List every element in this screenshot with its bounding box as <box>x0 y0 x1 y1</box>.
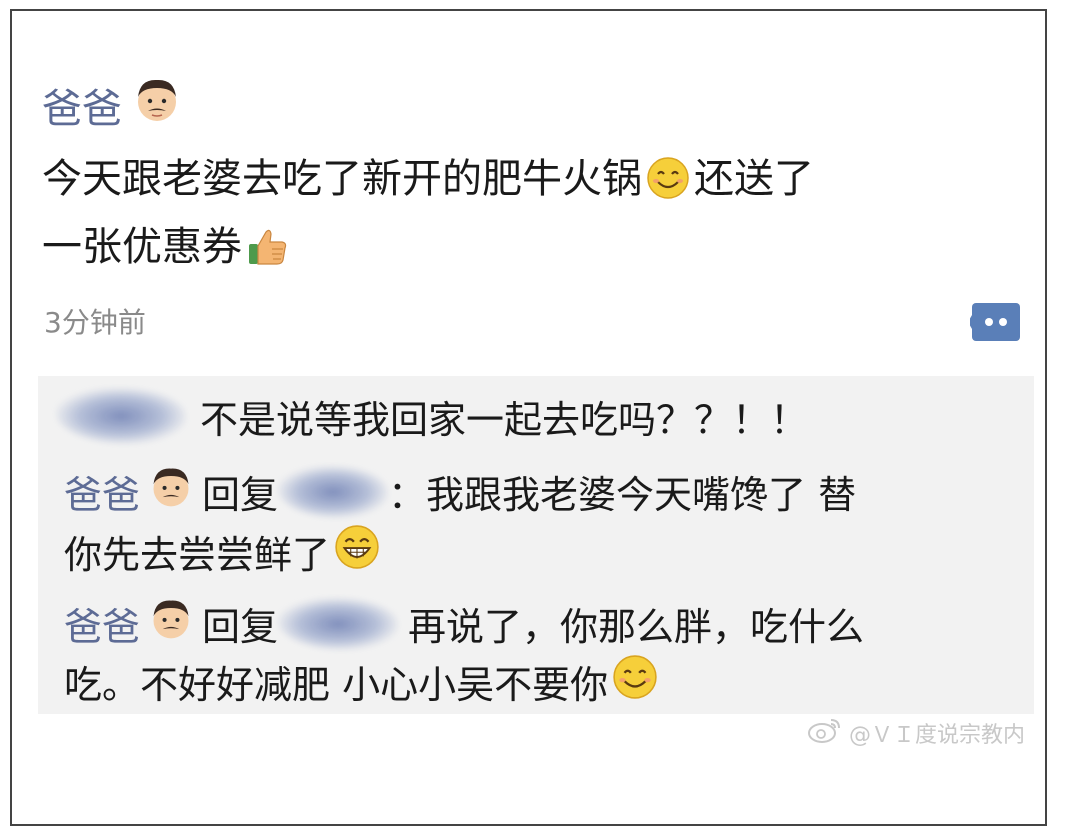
reply-1-reply-word: 回复 <box>202 473 279 517</box>
man-face-emoji-icon <box>132 75 182 135</box>
blurred-username <box>278 597 399 650</box>
post-text-part-1: 今天跟老婆去吃了新开的肥牛火锅 <box>42 156 642 202</box>
post-line-1: 今天跟老婆去吃了新开的肥牛火锅 还送了 <box>42 149 1032 217</box>
post-content: 今天跟老婆去吃了新开的肥牛火锅 还送了 一张优惠券 <box>42 149 1032 285</box>
blurred-username <box>56 388 186 444</box>
reply-1-author[interactable]: 爸爸 <box>64 464 140 519</box>
blurred-username <box>278 465 389 518</box>
reply-1-text-line-1: ：我跟我老婆今天嘴馋了 替 <box>388 473 857 517</box>
reply-2-line-1[interactable]: 爸爸 回复 再说了，你那么胖，吃什么 <box>64 596 864 651</box>
comment-1[interactable]: 不是说等我回家一起去吃吗？？！！ <box>56 388 808 444</box>
reply-2-author[interactable]: 爸爸 <box>64 596 140 651</box>
reply-2-text-line-1: 再说了，你那么胖，吃什么 <box>408 605 865 649</box>
post-author[interactable]: 爸爸 <box>42 75 182 135</box>
reply-2-line-2: 吃。不好好减肥 小心小吴不要你 <box>64 654 662 709</box>
reply-1-text-line-2: 你先去尝尝鲜了 <box>64 533 331 577</box>
weibo-watermark: @ＶＩ度说宗教内 <box>807 716 1025 750</box>
post-timestamp: 3分钟前 <box>44 306 146 339</box>
comment-action-icon[interactable] <box>968 301 1022 343</box>
grin-emoji-icon <box>334 524 380 579</box>
man-face-emoji-icon <box>148 596 194 651</box>
watermark-text: @ＶＩ度说宗教内 <box>849 723 1026 748</box>
post-text-part-3: 一张优惠券 <box>42 224 242 270</box>
smile-emoji-icon <box>612 654 658 709</box>
post-text-part-2: 还送了 <box>694 156 814 202</box>
author-name[interactable]: 爸爸 <box>42 76 122 134</box>
reply-1-line-2: 你先去尝尝鲜了 <box>64 524 384 579</box>
screenshot-frame: 爸爸 今天跟老婆去吃了新开的肥牛火锅 还送了 一张优惠券 3分钟前 不是说等我回… <box>10 9 1047 826</box>
smile-emoji-icon <box>646 156 690 217</box>
thumbs-up-emoji-icon <box>246 224 290 285</box>
reply-1-line-1[interactable]: 爸爸 回复 ：我跟我老婆今天嘴馋了 替 <box>64 464 856 519</box>
comment-1-text: 不是说等我回家一起去吃吗？？！！ <box>200 397 809 442</box>
reply-2-text-line-2: 吃。不好好减肥 小心小吴不要你 <box>64 663 609 707</box>
man-face-emoji-icon <box>148 464 194 519</box>
reply-2-reply-word: 回复 <box>202 605 279 649</box>
comments-section: 不是说等我回家一起去吃吗？？！！ 爸爸 回复 ：我跟我老婆今天嘴馋了 替 你先去… <box>38 376 1034 714</box>
post-line-2: 一张优惠券 <box>42 217 1032 285</box>
weibo-logo-icon <box>807 716 843 750</box>
